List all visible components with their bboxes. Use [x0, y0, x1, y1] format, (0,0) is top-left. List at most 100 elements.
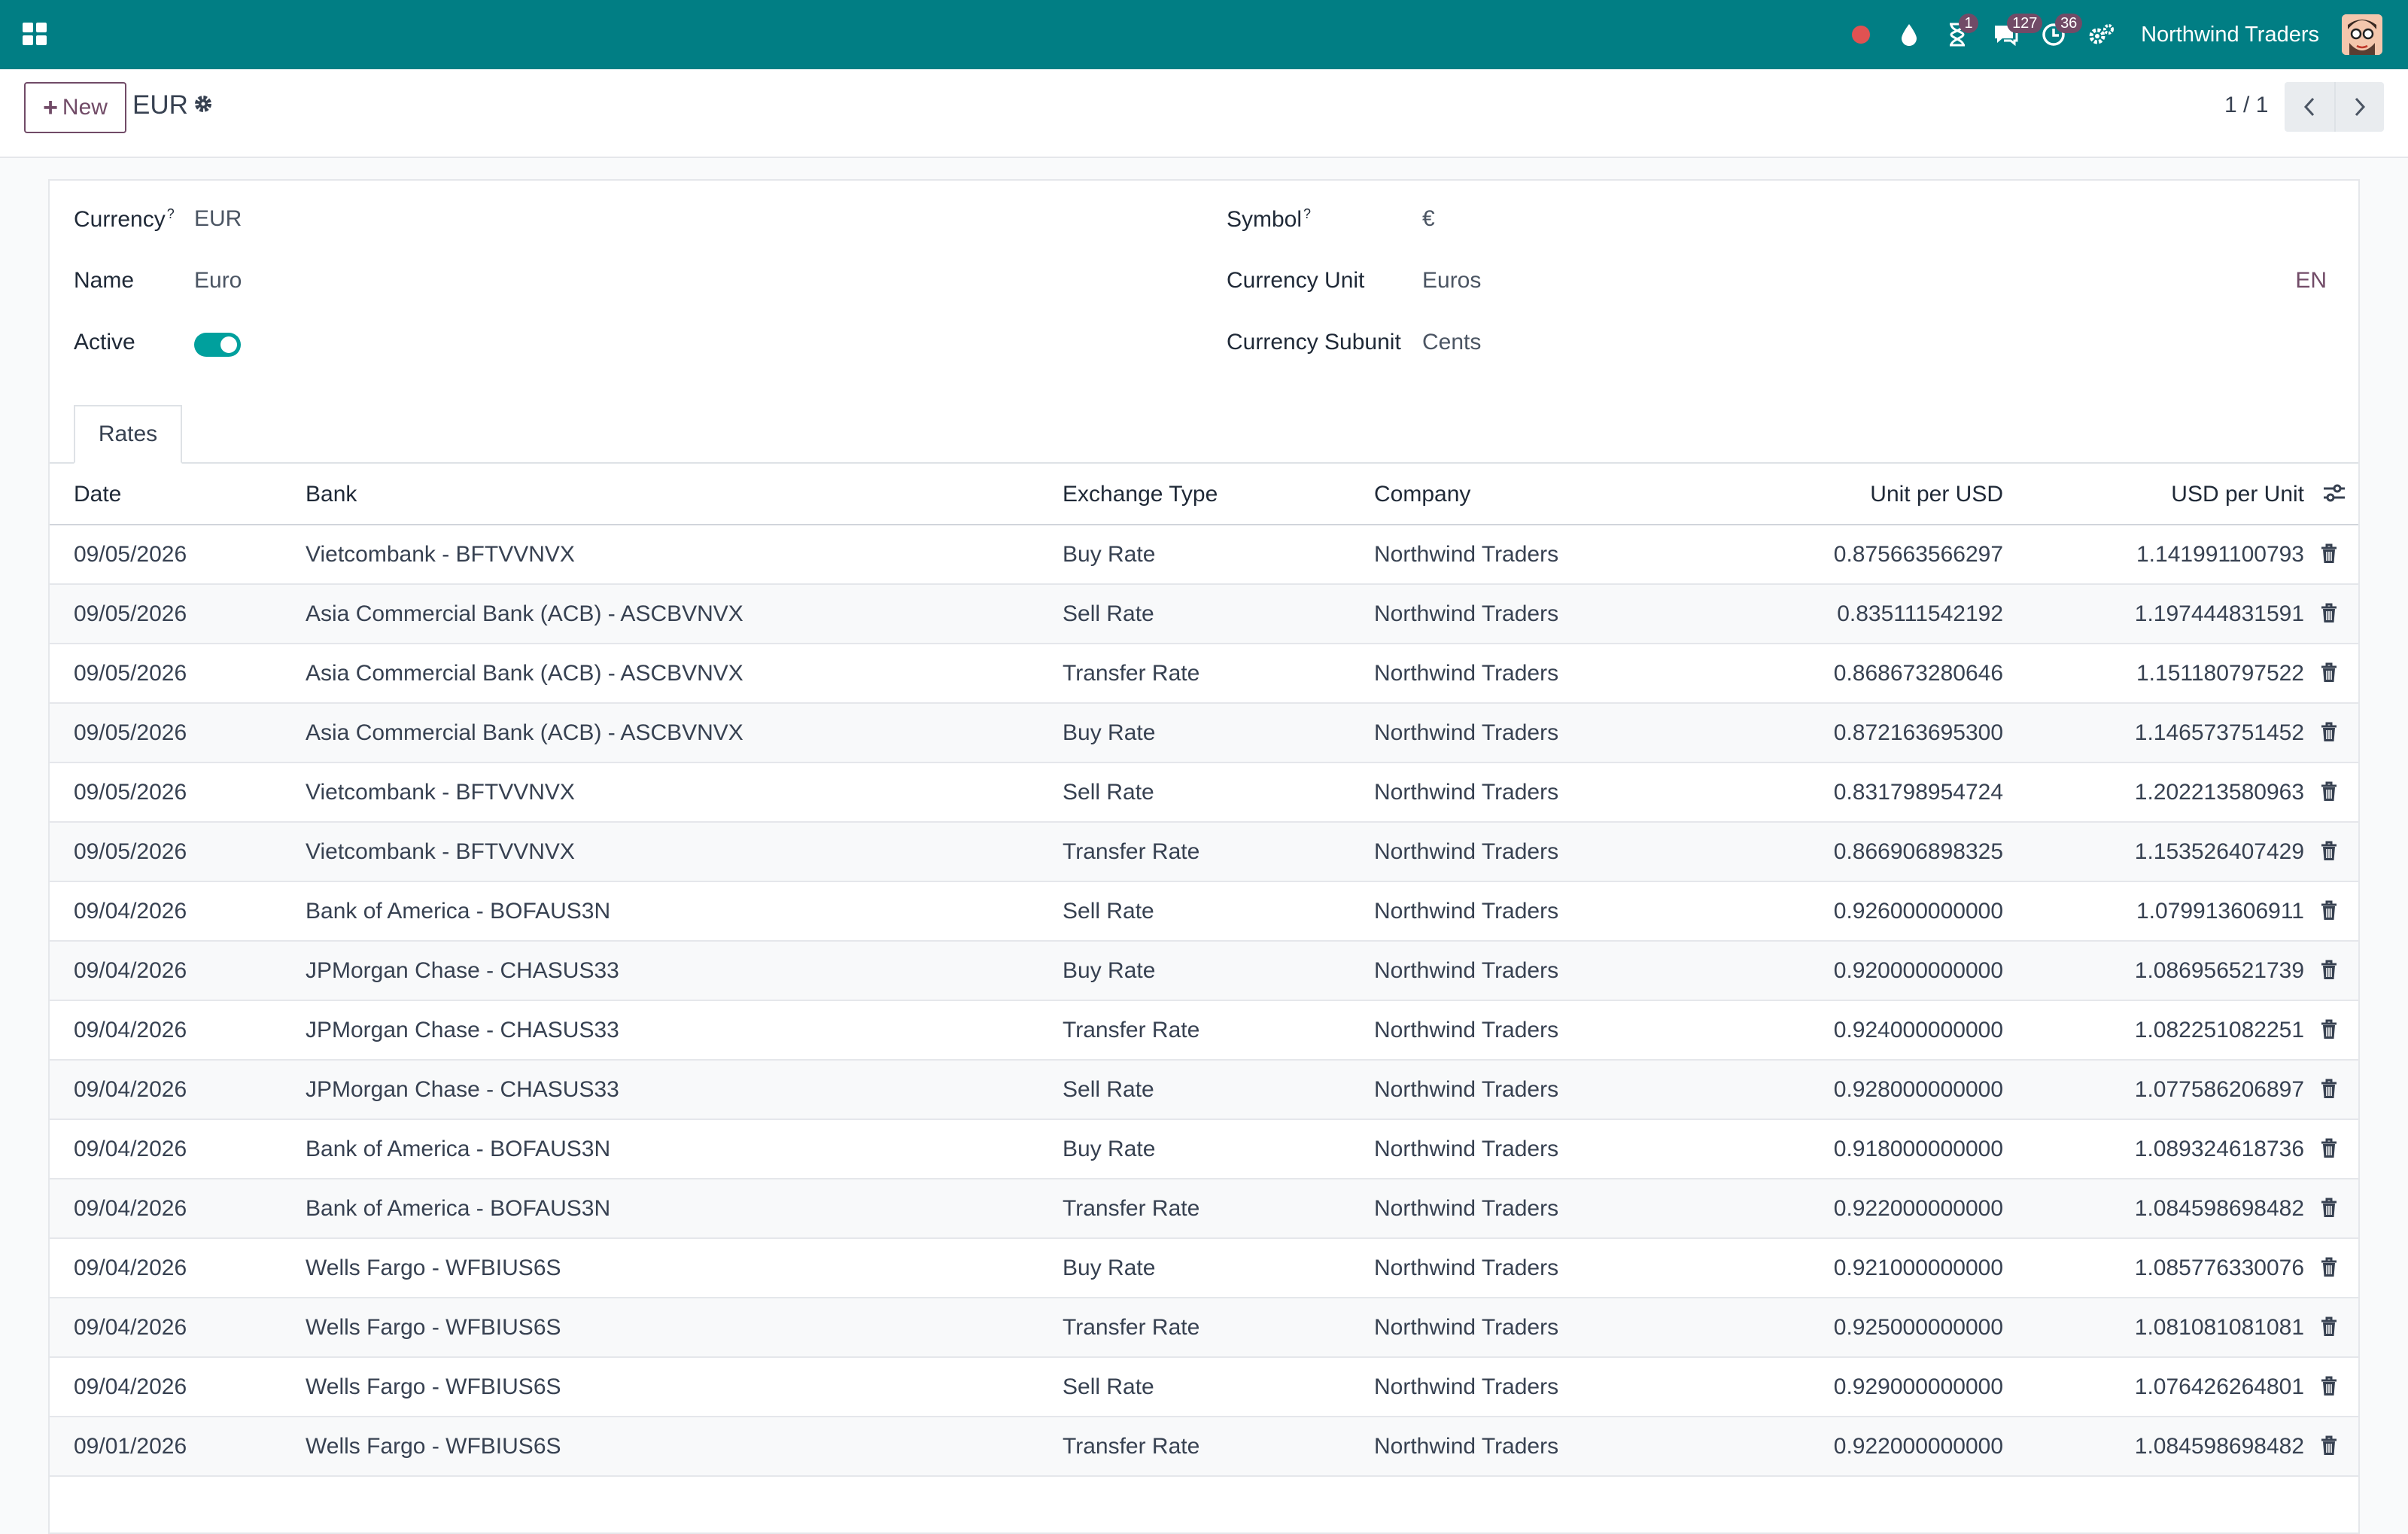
- trash-icon[interactable]: [2321, 1316, 2337, 1341]
- cell-date: 09/05/2026: [74, 780, 187, 805]
- cell-usd-per-unit: 1.197444831591: [2134, 601, 2304, 626]
- trash-icon[interactable]: [2321, 543, 2337, 568]
- cell-unit-per-usd: 0.924000000000: [1833, 1018, 2003, 1042]
- cell-exchange-type: Sell Rate: [1063, 1374, 1154, 1399]
- cell-company: Northwind Traders: [1374, 958, 1559, 983]
- column-header-bank[interactable]: Bank: [306, 482, 357, 507]
- currency-field[interactable]: EUR: [194, 206, 242, 232]
- cell-usd-per-unit: 1.081081081081: [2134, 1315, 2304, 1340]
- table-row[interactable]: 09/04/2026 Wells Fargo - WFBIUS6S Buy Rate…: [50, 1239, 2358, 1298]
- table-row[interactable]: 09/05/2026 Asia Commercial Bank (ACB) - A…: [50, 704, 2358, 763]
- currency-unit-label: Currency Unit: [1227, 268, 1365, 293]
- trash-icon[interactable]: [2321, 1376, 2337, 1401]
- new-button[interactable]: + New: [24, 82, 126, 133]
- help-tooltip-icon[interactable]: ?: [167, 206, 175, 221]
- cell-company: Northwind Traders: [1374, 661, 1559, 686]
- tab-rates[interactable]: Rates: [74, 405, 182, 464]
- table-row[interactable]: 09/01/2026 Wells Fargo - WFBIUS6S Transfer…: [50, 1417, 2358, 1477]
- plus-icon: +: [43, 93, 58, 122]
- trash-icon[interactable]: [2321, 781, 2337, 806]
- trash-icon[interactable]: [2321, 960, 2337, 985]
- help-tooltip-icon[interactable]: ?: [1303, 206, 1311, 221]
- cell-bank: Asia Commercial Bank (ACB) - ASCBVNVX: [306, 601, 743, 626]
- record-dot-icon[interactable]: [1837, 0, 1885, 69]
- column-header-date[interactable]: Date: [74, 482, 121, 507]
- trash-icon[interactable]: [2321, 1138, 2337, 1163]
- cell-date: 09/04/2026: [74, 1315, 187, 1340]
- trash-icon[interactable]: [2321, 1198, 2337, 1222]
- name-field[interactable]: Euro: [194, 268, 242, 294]
- drop-icon[interactable]: [1885, 0, 1933, 69]
- trash-icon[interactable]: [2321, 662, 2337, 687]
- table-row[interactable]: 09/05/2026 Vietcombank - BFTVVNVX Buy Rate…: [50, 525, 2358, 585]
- symbol-field[interactable]: €: [1422, 206, 1435, 232]
- trash-icon[interactable]: [2321, 1257, 2337, 1282]
- cell-date: 09/05/2026: [74, 661, 187, 686]
- cell-bank: Bank of America - BOFAUS3N: [306, 1196, 611, 1221]
- cell-company: Northwind Traders: [1374, 542, 1559, 567]
- column-header-company[interactable]: Company: [1374, 482, 1470, 507]
- table-row[interactable]: 09/04/2026 Bank of America - BOFAUS3N Tran…: [50, 1179, 2358, 1239]
- cell-bank: Wells Fargo - WFBIUS6S: [306, 1434, 561, 1459]
- table-row[interactable]: 09/04/2026 Wells Fargo - WFBIUS6S Sell Rat…: [50, 1358, 2358, 1417]
- trash-icon[interactable]: [2321, 1435, 2337, 1460]
- cell-exchange-type: Transfer Rate: [1063, 839, 1200, 864]
- table-row[interactable]: 09/04/2026 JPMorgan Chase - CHASUS33 Sell …: [50, 1061, 2358, 1120]
- cell-company: Northwind Traders: [1374, 720, 1559, 745]
- cell-exchange-type: Transfer Rate: [1063, 1315, 1200, 1340]
- pager-next-button[interactable]: [2334, 82, 2384, 132]
- table-row[interactable]: 09/05/2026 Vietcombank - BFTVVNVX Transfer…: [50, 823, 2358, 882]
- table-row[interactable]: 09/04/2026 Wells Fargo - WFBIUS6S Transfer…: [50, 1298, 2358, 1358]
- cell-unit-per-usd: 0.928000000000: [1833, 1077, 2003, 1102]
- trash-icon[interactable]: [2321, 841, 2337, 866]
- top-navbar: 1 127 36 Northwind Traders: [0, 0, 2408, 69]
- column-header-unit-per-usd[interactable]: Unit per USD: [1870, 482, 2003, 507]
- trash-icon[interactable]: [2321, 722, 2337, 747]
- cell-company: Northwind Traders: [1374, 1434, 1559, 1459]
- settings-gears-icon[interactable]: [2078, 0, 2126, 69]
- cell-date: 09/05/2026: [74, 839, 187, 864]
- cell-exchange-type: Transfer Rate: [1063, 1434, 1200, 1459]
- cell-date: 09/05/2026: [74, 720, 187, 745]
- active-toggle[interactable]: [194, 333, 241, 357]
- table-row[interactable]: 09/05/2026 Vietcombank - BFTVVNVX Sell Rat…: [50, 763, 2358, 823]
- translate-button[interactable]: EN: [2295, 268, 2327, 294]
- currency-subunit-field[interactable]: Cents: [1422, 330, 1481, 355]
- trash-icon[interactable]: [2321, 900, 2337, 925]
- column-header-usd-per-unit[interactable]: USD per Unit: [2171, 482, 2304, 507]
- activity-clock-icon[interactable]: 36: [2029, 0, 2083, 69]
- chat-icon[interactable]: 127: [1981, 0, 2043, 69]
- cell-exchange-type: Sell Rate: [1063, 780, 1154, 805]
- cell-date: 09/04/2026: [74, 1077, 187, 1102]
- optional-columns-icon[interactable]: [2322, 482, 2346, 508]
- user-avatar[interactable]: [2342, 14, 2382, 55]
- currency-unit-field[interactable]: Euros: [1422, 268, 1481, 294]
- cell-company: Northwind Traders: [1374, 601, 1559, 626]
- cell-unit-per-usd: 0.866906898325: [1833, 839, 2003, 864]
- table-row[interactable]: 09/05/2026 Asia Commercial Bank (ACB) - A…: [50, 644, 2358, 704]
- table-body: 09/05/2026 Vietcombank - BFTVVNVX Buy Rate…: [50, 525, 2358, 1477]
- table-row[interactable]: 09/05/2026 Asia Commercial Bank (ACB) - A…: [50, 585, 2358, 644]
- company-switcher[interactable]: Northwind Traders: [2141, 23, 2319, 47]
- cell-exchange-type: Transfer Rate: [1063, 1196, 1200, 1221]
- app-menu-icon[interactable]: [23, 23, 48, 47]
- cell-usd-per-unit: 1.141991100793: [2136, 542, 2304, 567]
- table-row[interactable]: 09/04/2026 Bank of America - BOFAUS3N Sell…: [50, 882, 2358, 942]
- table-row[interactable]: 09/04/2026 Bank of America - BOFAUS3N Buy …: [50, 1120, 2358, 1179]
- pager-previous-button[interactable]: [2285, 82, 2334, 132]
- cell-company: Northwind Traders: [1374, 1374, 1559, 1399]
- cell-bank: JPMorgan Chase - CHASUS33: [306, 958, 619, 983]
- cell-bank: Bank of America - BOFAUS3N: [306, 899, 611, 924]
- trash-icon[interactable]: [2321, 1019, 2337, 1044]
- trash-icon[interactable]: [2321, 603, 2337, 628]
- cell-bank: Wells Fargo - WFBIUS6S: [306, 1256, 561, 1280]
- hourglass-icon[interactable]: 1: [1933, 0, 1981, 69]
- table-row[interactable]: 09/04/2026 JPMorgan Chase - CHASUS33 Buy R…: [50, 942, 2358, 1001]
- column-header-exchange-type[interactable]: Exchange Type: [1063, 482, 1218, 507]
- table-row[interactable]: 09/04/2026 JPMorgan Chase - CHASUS33 Trans…: [50, 1001, 2358, 1061]
- trash-icon[interactable]: [2321, 1079, 2337, 1103]
- pager-value[interactable]: 1 / 1: [2224, 93, 2268, 118]
- active-label: Active: [74, 330, 135, 355]
- gear-icon[interactable]: [193, 93, 214, 118]
- toggle-knob: [220, 336, 237, 353]
